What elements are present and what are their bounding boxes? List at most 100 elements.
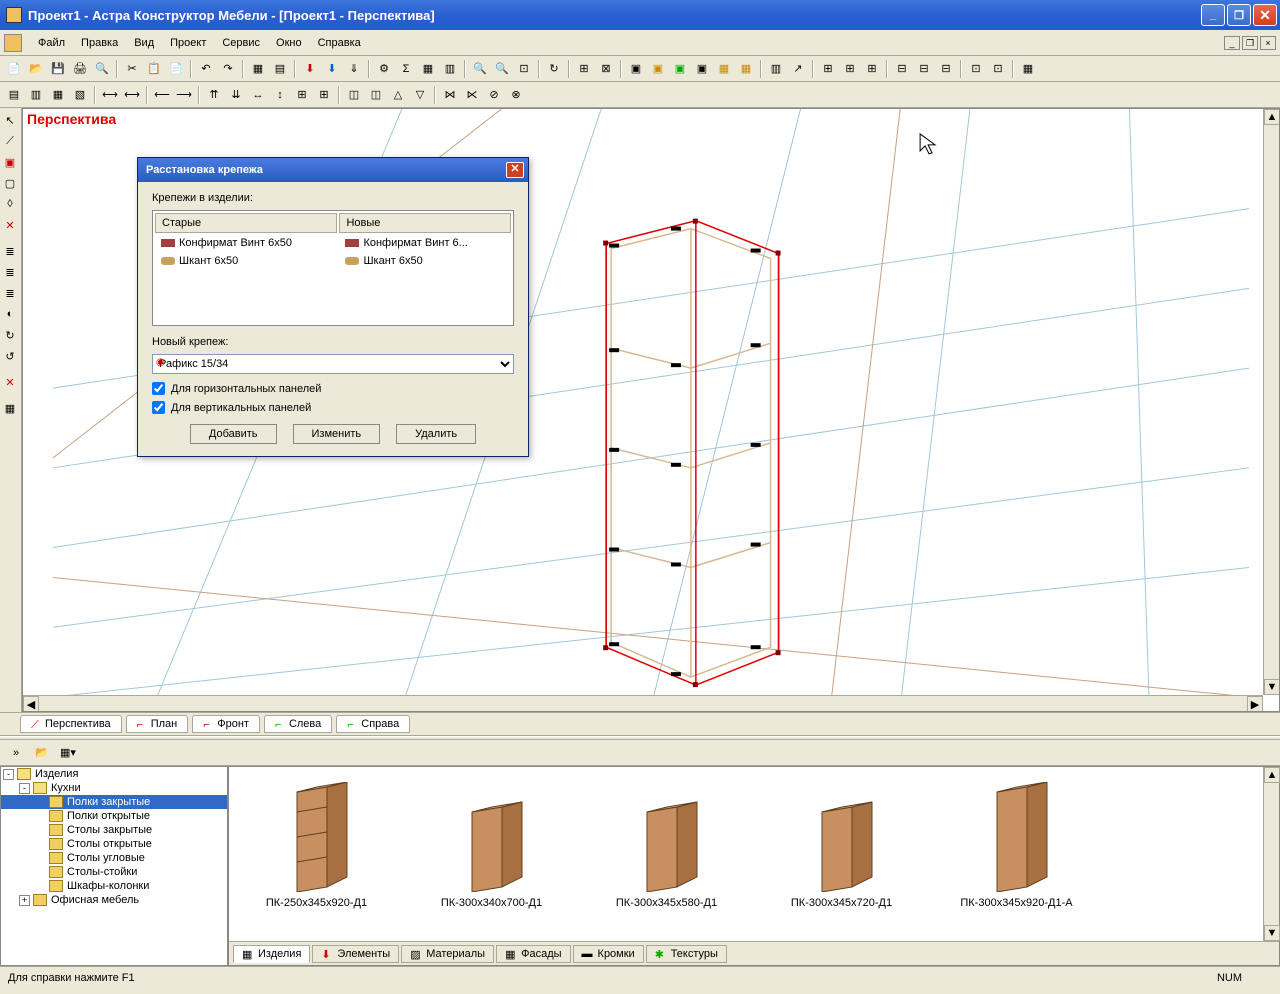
tab-plan[interactable]: ⌐План bbox=[126, 715, 189, 733]
tool-icon[interactable]: ≣ bbox=[0, 283, 20, 303]
tool-icon[interactable]: ⇈ bbox=[204, 85, 224, 105]
menu-edit[interactable]: Правка bbox=[73, 34, 126, 52]
new-icon[interactable]: 📄 bbox=[4, 59, 24, 79]
check-vertical[interactable]: Для вертикальных панелей bbox=[152, 401, 514, 414]
scroll-right-icon[interactable]: ▶ bbox=[1247, 696, 1263, 712]
tree-node-kitchen[interactable]: -Кухни bbox=[1, 781, 227, 795]
tool-icon[interactable]: ▣ bbox=[626, 59, 646, 79]
tool-icon[interactable]: ≣ bbox=[0, 262, 20, 282]
print-icon[interactable]: 🖨 bbox=[70, 59, 90, 79]
tool-icon[interactable]: ⬇ bbox=[322, 59, 342, 79]
dialog-titlebar[interactable]: Расстановка крепежа ✕ bbox=[138, 158, 528, 182]
table-row[interactable] bbox=[155, 307, 511, 323]
checkbox-vertical[interactable] bbox=[152, 401, 165, 414]
tool-icon[interactable]: ⋉ bbox=[462, 85, 482, 105]
fastener-select[interactable]: Рафикс 15/34 bbox=[152, 354, 514, 374]
tool-icon[interactable]: ▣ bbox=[692, 59, 712, 79]
tool-icon[interactable]: ◫ bbox=[366, 85, 386, 105]
menu-help[interactable]: Справка bbox=[310, 34, 369, 52]
tool-icon[interactable]: ⊘ bbox=[484, 85, 504, 105]
tool-icon[interactable]: ▽ bbox=[410, 85, 430, 105]
undo-icon[interactable]: ↶ bbox=[196, 59, 216, 79]
tab-elements[interactable]: ⬇Элементы bbox=[312, 945, 399, 963]
thumbnail-item[interactable]: ПК-250х345х920-Д1 bbox=[239, 782, 394, 926]
tool-icon[interactable]: ▦ bbox=[248, 59, 268, 79]
tree-node-item[interactable]: Столы-стойки bbox=[1, 865, 227, 879]
tool-icon[interactable]: ⊟ bbox=[936, 59, 956, 79]
column-old[interactable]: Старые bbox=[155, 213, 337, 233]
tool-icon[interactable]: ≣ bbox=[0, 241, 20, 261]
thumbnail-item[interactable]: ПК-300х340х700-Д1 bbox=[414, 782, 569, 926]
scroll-left-icon[interactable]: ◀ bbox=[23, 696, 39, 712]
tool-icon[interactable]: ▥ bbox=[766, 59, 786, 79]
minimize-button[interactable]: _ bbox=[1201, 4, 1225, 26]
tree-node-item[interactable]: Полки открытые bbox=[1, 809, 227, 823]
tool-icon[interactable]: ▤ bbox=[270, 59, 290, 79]
maximize-button[interactable]: ❐ bbox=[1227, 4, 1251, 26]
tool-icon[interactable]: ↻ bbox=[544, 59, 564, 79]
tool-icon[interactable]: ◫ bbox=[344, 85, 364, 105]
pointer-icon[interactable]: ↖ bbox=[0, 110, 20, 130]
tool-icon[interactable]: ⇓ bbox=[344, 59, 364, 79]
collapse-icon[interactable]: - bbox=[3, 769, 14, 780]
tree-node-item[interactable]: Столы закрытые bbox=[1, 823, 227, 837]
sigma-icon[interactable]: Σ bbox=[396, 59, 416, 79]
thumbnail-item[interactable]: ПК-300х345х720-Д1 bbox=[764, 782, 919, 926]
tool-icon[interactable]: ↔ bbox=[248, 85, 268, 105]
mdi-close-button[interactable]: × bbox=[1260, 36, 1276, 50]
zoom-out-icon[interactable]: 🔍 bbox=[492, 59, 512, 79]
edit-button[interactable]: Изменить bbox=[293, 424, 381, 444]
tool-icon[interactable]: ▦ bbox=[736, 59, 756, 79]
scroll-up-icon[interactable]: ▲ bbox=[1264, 109, 1280, 125]
tool-icon[interactable]: ▦ bbox=[714, 59, 734, 79]
tool-icon[interactable]: ⊡ bbox=[988, 59, 1008, 79]
zoom-fit-icon[interactable]: ⊡ bbox=[514, 59, 534, 79]
table-row[interactable]: Шкант 6x50 Шкант 6x50 bbox=[155, 253, 511, 269]
tree-node-item[interactable]: Столы открытые bbox=[1, 837, 227, 851]
scrollbar-vertical[interactable]: ▲ ▼ bbox=[1263, 109, 1279, 695]
tool-icon[interactable]: ▢ bbox=[0, 173, 20, 193]
dialog-close-button[interactable]: ✕ bbox=[506, 162, 524, 178]
view-mode-icon[interactable]: ▦▾ bbox=[58, 743, 78, 763]
tool-icon[interactable]: ⟵ bbox=[152, 85, 172, 105]
tool-icon[interactable]: ▦ bbox=[418, 59, 438, 79]
menu-view[interactable]: Вид bbox=[126, 34, 162, 52]
tool-icon[interactable]: ⋈ bbox=[440, 85, 460, 105]
scroll-up-icon[interactable]: ▲ bbox=[1264, 767, 1280, 783]
chevron-icon[interactable]: » bbox=[6, 743, 26, 763]
tab-perspective[interactable]: ⟋Перспектива bbox=[20, 715, 122, 733]
expand-icon[interactable]: + bbox=[19, 895, 30, 906]
open-folder-icon[interactable]: 📂 bbox=[32, 743, 52, 763]
tree-node-item[interactable]: Столы угловые bbox=[1, 851, 227, 865]
tool-icon[interactable]: ↗ bbox=[788, 59, 808, 79]
checkbox-horizontal[interactable] bbox=[152, 382, 165, 395]
tab-textures[interactable]: ✱Текстуры bbox=[646, 945, 727, 963]
scroll-down-icon[interactable]: ▼ bbox=[1264, 925, 1280, 941]
tool-icon[interactable]: ↻ bbox=[0, 325, 20, 345]
tab-facades[interactable]: ▦Фасады bbox=[496, 945, 570, 963]
save-icon[interactable]: 💾 bbox=[48, 59, 68, 79]
close-button[interactable]: ✕ bbox=[1253, 4, 1277, 26]
tool-icon[interactable]: ⊞ bbox=[840, 59, 860, 79]
tool-icon[interactable]: ⊞ bbox=[574, 59, 594, 79]
zoom-in-icon[interactable]: 🔍 bbox=[470, 59, 490, 79]
tool-icon[interactable]: ⊟ bbox=[892, 59, 912, 79]
menu-window[interactable]: Окно bbox=[268, 34, 310, 52]
check-horizontal[interactable]: Для горизонтальных панелей bbox=[152, 382, 514, 395]
collapse-icon[interactable]: - bbox=[19, 783, 30, 794]
tool-icon[interactable]: ⟋ bbox=[0, 131, 20, 151]
tab-left[interactable]: ⌐Слева bbox=[264, 715, 332, 733]
tool-icon[interactable]: ⚙ bbox=[374, 59, 394, 79]
tool-icon[interactable]: ↺ bbox=[0, 346, 20, 366]
delete-button[interactable]: Удалить bbox=[396, 424, 476, 444]
tool-icon[interactable]: ▣ bbox=[0, 152, 20, 172]
tool-icon[interactable]: ▦ bbox=[1018, 59, 1038, 79]
menu-service[interactable]: Сервис bbox=[214, 34, 268, 52]
tool-icon[interactable]: ⊗ bbox=[506, 85, 526, 105]
paste-icon[interactable]: 📄 bbox=[166, 59, 186, 79]
tab-front[interactable]: ⌐Фронт bbox=[192, 715, 260, 733]
tool-icon[interactable]: ⊞ bbox=[292, 85, 312, 105]
thumbnail-item[interactable]: ПК-300х345х580-Д1 bbox=[589, 782, 744, 926]
mdi-restore-button[interactable]: ❐ bbox=[1242, 36, 1258, 50]
tool-icon[interactable]: ▧ bbox=[70, 85, 90, 105]
